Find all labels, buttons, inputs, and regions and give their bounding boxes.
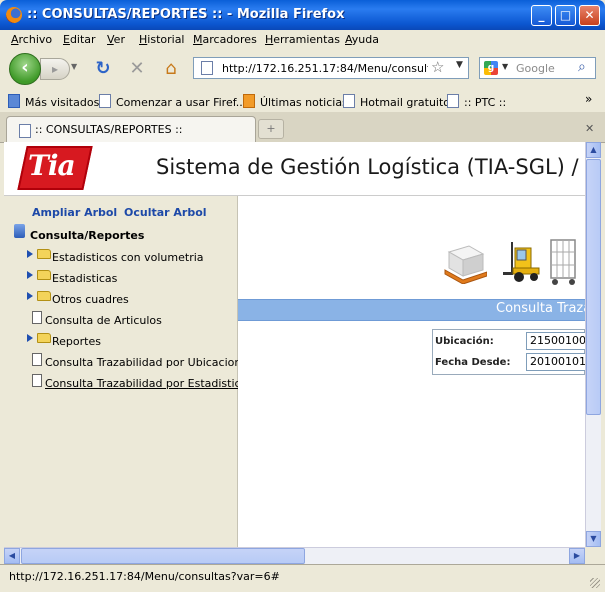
reload-icon[interactable]: ↻	[92, 58, 114, 80]
page-icon	[201, 61, 213, 75]
document-icon	[32, 311, 42, 324]
ubicacion-input[interactable]: 21500100	[526, 332, 585, 350]
tree-item-trazabilidad-estadistico[interactable]: Consulta Trazabilidad por Estadistico	[45, 377, 247, 390]
fecha-desde-label: Fecha Desde:	[435, 357, 511, 368]
bookmark-mas-visitados[interactable]: Más visitados	[8, 94, 99, 109]
tree-item-otros-cuadres[interactable]: Otros cuadres	[52, 293, 129, 306]
expand-arrow-icon[interactable]	[27, 250, 33, 258]
expand-arrow-icon[interactable]	[27, 292, 33, 300]
forward-button[interactable]: ▸	[40, 58, 70, 80]
google-icon[interactable]: g	[484, 61, 498, 75]
menu-marcadores[interactable]: Marcadores	[193, 33, 257, 46]
ubicacion-label: Ubicación:	[435, 336, 494, 347]
scroll-left-icon[interactable]: ◀	[4, 548, 20, 564]
tree-item-estadisticas[interactable]: Estadisticas	[52, 272, 117, 285]
search-bar[interactable]: g ▼ Google ⌕	[479, 57, 596, 79]
collapse-tree-link[interactable]: Ocultar Arbol	[124, 206, 207, 219]
tree-item-consulta-articulos[interactable]: Consulta de Articulos	[45, 314, 162, 327]
tree-root[interactable]: Consulta/Reportes	[30, 229, 144, 242]
fecha-desde-input[interactable]: 20100101	[526, 353, 585, 371]
menu-ver[interactable]: Ver	[107, 33, 125, 46]
scroll-down-icon[interactable]: ▼	[586, 531, 601, 547]
bookmark-hotmail[interactable]: Hotmail gratuito	[343, 94, 450, 109]
firefox-icon	[6, 7, 22, 23]
status-text: http://172.16.251.17:84/Menu/consultas?v…	[9, 570, 280, 583]
tab-consultas-reportes[interactable]: :: CONSULTAS/REPORTES ::	[6, 116, 256, 142]
forklift-icon	[503, 242, 540, 282]
menu-archivo[interactable]: Archivo	[11, 33, 52, 46]
close-button[interactable]: ✕	[579, 5, 600, 26]
scroll-up-icon[interactable]: ▲	[586, 142, 601, 158]
close-tab-icon[interactable]: ✕	[585, 122, 594, 135]
page-icon	[343, 94, 355, 108]
vertical-scrollbar[interactable]: ▲ ▼	[585, 142, 601, 547]
folder-icon	[37, 291, 51, 301]
search-icon[interactable]: ⌕	[578, 59, 586, 75]
document-icon	[32, 374, 42, 387]
menu-editar[interactable]: Editar	[63, 33, 96, 46]
minimize-button[interactable]: _	[531, 5, 552, 26]
document-icon	[32, 353, 42, 366]
folder-icon	[37, 270, 51, 280]
folder-icon	[37, 333, 51, 343]
page-icon	[447, 94, 459, 108]
tree-item-trazabilidad-ubicacion[interactable]: Consulta Trazabilidad por Ubicacion	[45, 356, 241, 369]
menu-ayuda[interactable]: Ayuda	[345, 33, 379, 46]
url-text[interactable]: http://172.16.251.17:84/Menu/consultas?v…	[222, 62, 428, 75]
menu-historial[interactable]: Historial	[139, 33, 185, 46]
search-engine-dropdown-icon[interactable]: ▼	[502, 62, 508, 71]
rss-icon	[243, 94, 255, 108]
horizontal-scroll-thumb[interactable]	[21, 548, 305, 564]
expand-tree-link[interactable]: Ampliar Arbol	[32, 206, 117, 219]
home-icon[interactable]: ⌂	[160, 58, 182, 80]
resize-grip-icon[interactable]	[590, 578, 600, 588]
scrollbar-corner	[585, 547, 601, 564]
horizontal-scrollbar[interactable]: ◀ ▶	[4, 547, 585, 564]
bookmark-ptc[interactable]: :: PTC ::	[447, 94, 506, 109]
expand-arrow-icon[interactable]	[27, 271, 33, 279]
window-title: :: CONSULTAS/REPORTES :: - Mozilla Firef…	[27, 7, 345, 22]
url-bar[interactable]: http://172.16.251.17:84/Menu/consultas?v…	[193, 57, 469, 79]
bookmark-ultimas-noticias[interactable]: Últimas noticias	[243, 94, 348, 109]
page-viewport: Tia Sistema de Gestión Logística (TIA-SG…	[4, 142, 585, 547]
tab-label: :: CONSULTAS/REPORTES ::	[35, 123, 183, 136]
scroll-right-icon[interactable]: ▶	[569, 548, 585, 564]
history-dropdown-icon[interactable]: ▼	[71, 62, 77, 71]
logo-text: Tia	[28, 149, 76, 182]
page-icon	[19, 124, 31, 138]
pallet-icon	[444, 245, 487, 284]
bookmark-star-icon[interactable]: ☆	[431, 58, 444, 76]
computer-icon	[14, 224, 25, 238]
search-input[interactable]: Google	[516, 62, 555, 75]
tree-item-estadisticos-volumetria[interactable]: Estadisticos con volumetria	[52, 251, 204, 264]
back-button[interactable]: ‹	[9, 53, 41, 85]
expand-arrow-icon[interactable]	[27, 334, 33, 342]
roll-cage-icon	[550, 239, 576, 285]
vertical-scroll-thumb[interactable]	[586, 159, 601, 415]
folder-icon	[37, 249, 51, 259]
menu-herramientas[interactable]: Herramientas	[265, 33, 340, 46]
system-title: Sistema de Gestión Logística (TIA-SGL) /…	[156, 155, 585, 179]
section-title: Consulta Trazabilidad	[496, 301, 585, 316]
page-icon	[99, 94, 111, 108]
bookmark-folder-icon	[8, 94, 20, 108]
tree-item-reportes[interactable]: Reportes	[52, 335, 101, 348]
bookmark-comenzar[interactable]: Comenzar a usar Firef...	[99, 94, 246, 109]
url-dropdown-icon[interactable]: ▼	[456, 60, 463, 70]
stop-icon[interactable]: ✕	[126, 58, 148, 80]
new-tab-button[interactable]: +	[258, 119, 284, 139]
bookmarks-overflow-icon[interactable]: »	[585, 92, 592, 106]
maximize-button[interactable]: □	[555, 5, 576, 26]
